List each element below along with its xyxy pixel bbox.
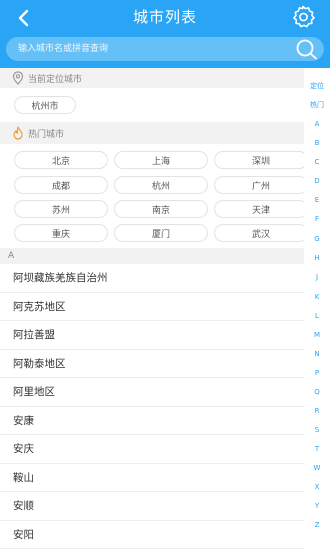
search-bar[interactable]: [6, 37, 324, 61]
hot-city-name: 厦门: [151, 229, 170, 240]
hot-cities-header: 热门城市: [0, 122, 304, 144]
city-name: 阿克苏地区: [13, 300, 66, 313]
hot-city-chip[interactable]: 杭州: [114, 176, 208, 194]
index-item-w[interactable]: W: [304, 463, 330, 473]
hot-city-chip[interactable]: 厦门: [114, 224, 208, 242]
current-city-chip[interactable]: 杭州市: [14, 96, 76, 114]
city-name: 阿勒泰地区: [13, 357, 66, 370]
hot-city-name: 广州: [251, 181, 270, 192]
city-list-item[interactable]: 鞍山: [0, 463, 304, 492]
hot-city-name: 北京: [51, 156, 70, 167]
hot-cities-label: 热门城市: [28, 129, 65, 140]
index-item-k[interactable]: K: [304, 292, 330, 302]
index-item-a[interactable]: A: [304, 119, 330, 129]
location-pin-icon: [12, 71, 24, 85]
hot-city-chip[interactable]: 深圳: [214, 151, 308, 169]
hot-city-name: 南京: [151, 205, 170, 216]
index-item-hot[interactable]: 热门: [304, 100, 330, 110]
index-item-d[interactable]: D: [304, 176, 330, 186]
index-item-n[interactable]: N: [304, 349, 330, 359]
index-item-t[interactable]: T: [304, 444, 330, 454]
index-item-l[interactable]: L: [304, 311, 330, 321]
page-title: 城市列表: [132, 8, 197, 26]
hot-city-name: 天津: [251, 205, 270, 216]
hot-city-chip[interactable]: 成都: [14, 176, 108, 194]
city-list-item[interactable]: 阿拉善盟: [0, 321, 304, 350]
hot-city-name: 杭州: [151, 181, 170, 192]
city-list-item[interactable]: 安庆: [0, 435, 304, 464]
city-name: 阿坝藏族羌族自治州: [13, 272, 108, 285]
current-location-header: 当前定位城市: [0, 68, 304, 88]
hot-city-name: 上海: [151, 156, 170, 167]
city-name: 阿拉善盟: [13, 329, 55, 342]
search-icon[interactable]: [294, 38, 318, 60]
city-list-item[interactable]: 阿里地区: [0, 378, 304, 407]
index-item-f[interactable]: F: [304, 214, 330, 224]
city-list-item[interactable]: 阿勒泰地区: [0, 349, 304, 378]
city-list-item[interactable]: 安阳: [0, 520, 304, 549]
index-item-s[interactable]: S: [304, 425, 330, 435]
city-name: 安庆: [13, 443, 34, 456]
flame-icon: [13, 126, 23, 140]
hot-city-chip[interactable]: 上海: [114, 151, 208, 169]
city-name: 安康: [13, 414, 34, 427]
city-list-item[interactable]: 安顺: [0, 492, 304, 521]
hot-city-chip[interactable]: 广州: [214, 176, 308, 194]
hot-city-name: 深圳: [251, 156, 270, 167]
index-item-p[interactable]: P: [304, 368, 330, 378]
hot-city-chip[interactable]: 苏州: [14, 200, 108, 218]
city-list[interactable]: 阿坝藏族羌族自治州 阿克苏地区 阿拉善盟 阿勒泰地区 阿里地区 安康 安庆 鞍山…: [0, 264, 304, 550]
hot-city-chip[interactable]: 重庆: [14, 224, 108, 242]
header-bar: 城市列表: [0, 0, 330, 68]
index-item-g[interactable]: G: [304, 234, 330, 244]
current-city-name: 杭州市: [31, 101, 59, 112]
city-list-item[interactable]: 阿克苏地区: [0, 292, 304, 321]
index-item-c[interactable]: C: [304, 157, 330, 167]
hot-city-name: 重庆: [51, 229, 70, 240]
index-item-location[interactable]: 定位: [304, 81, 330, 91]
settings-button[interactable]: [290, 4, 316, 30]
letter-section-label: A: [8, 251, 15, 261]
city-name: 鞍山: [13, 471, 34, 484]
current-location-label: 当前定位城市: [28, 74, 83, 85]
index-item-r[interactable]: R: [304, 406, 330, 416]
city-list-item[interactable]: 安康: [0, 406, 304, 435]
city-name: 阿里地区: [13, 386, 55, 399]
hot-city-chip[interactable]: 武汉: [214, 224, 308, 242]
index-item-b[interactable]: B: [304, 138, 330, 148]
index-item-h[interactable]: H: [304, 253, 330, 263]
hot-city-name: 武汉: [251, 229, 270, 240]
gear-icon: [293, 5, 315, 28]
city-name: 安阳: [13, 528, 34, 541]
index-item-j[interactable]: J: [304, 272, 330, 282]
hot-city-name: 成都: [51, 181, 70, 192]
letter-section-header: A: [0, 248, 304, 264]
hot-city-chip[interactable]: 北京: [14, 151, 108, 169]
index-item-e[interactable]: E: [304, 195, 330, 205]
alphabet-index[interactable]: 定位 热门 A B C D E F G H J K L M N P Q R S …: [304, 68, 330, 550]
city-list-item[interactable]: 阿坝藏族羌族自治州: [0, 264, 304, 293]
index-item-m[interactable]: M: [304, 330, 330, 340]
index-item-q[interactable]: Q: [304, 387, 330, 397]
hot-city-name: 苏州: [51, 205, 70, 216]
city-name: 安顺: [13, 500, 34, 513]
index-item-y[interactable]: Y: [304, 501, 330, 511]
index-item-x[interactable]: X: [304, 482, 330, 492]
index-item-z[interactable]: Z: [304, 520, 330, 530]
search-input[interactable]: [6, 37, 286, 61]
hot-city-chip[interactable]: 天津: [214, 200, 308, 218]
hot-city-chip[interactable]: 南京: [114, 200, 208, 218]
